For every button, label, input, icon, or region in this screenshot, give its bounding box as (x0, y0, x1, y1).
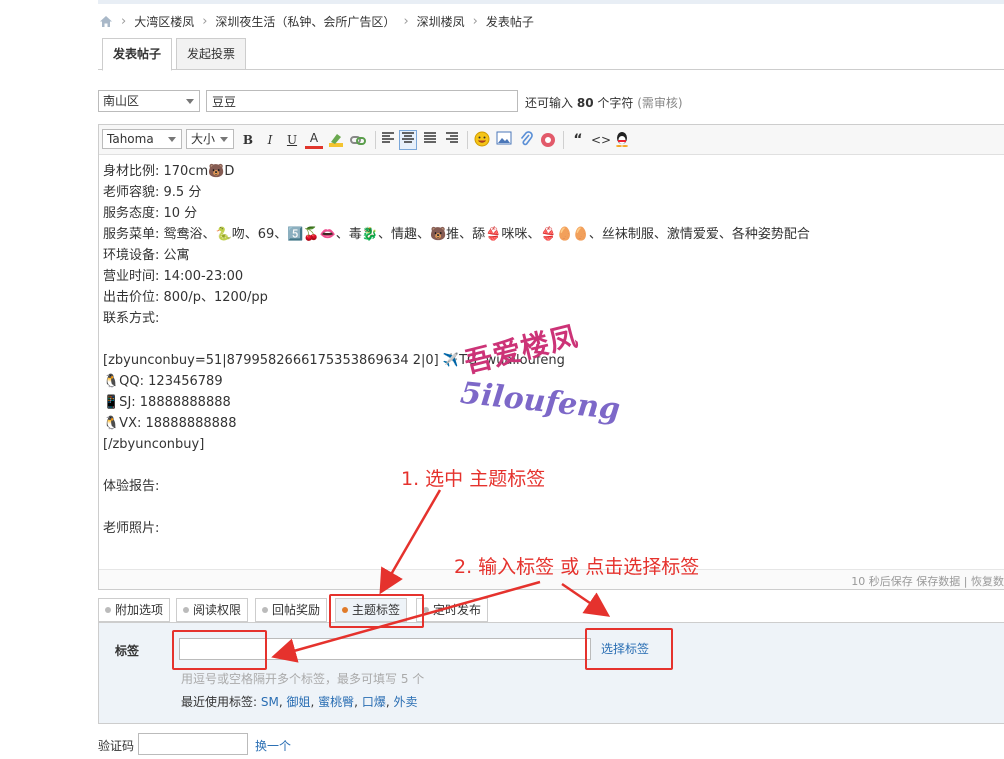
annotation-highlight-box (585, 628, 673, 670)
underline-button[interactable]: U (283, 131, 301, 149)
align-right-icon[interactable] (443, 131, 461, 149)
content-line: [/zbyunconbuy] (103, 437, 205, 452)
breadcrumb-item[interactable]: 大湾区楼凤 (134, 13, 194, 30)
breadcrumb-separator: › (121, 13, 127, 29)
subject-input[interactable] (206, 90, 518, 112)
bullet-icon (262, 606, 268, 613)
breadcrumb: › 大湾区楼凤 › 深圳夜生活（私钟、会所广告区） › 深圳楼凤 › 发表帖子 (99, 12, 534, 30)
tab-reply-reward[interactable]: 回帖奖励 (255, 598, 328, 622)
tab-extra-options[interactable]: 附加选项 (98, 598, 171, 622)
content-line: 老师容貌: 9.5 分 (103, 185, 202, 200)
recent-tag[interactable]: 蜜桃臀 (318, 695, 354, 709)
tab-label: 阅读权限 (193, 603, 242, 617)
text-color-button[interactable]: A (305, 131, 323, 149)
captcha-refresh-link[interactable]: 换一个 (255, 737, 291, 754)
attachment-icon[interactable] (517, 131, 535, 149)
link-icon[interactable] (349, 131, 367, 149)
editor-toolbar: Tahoma 大小 B I U A “ <> (99, 125, 1004, 155)
content-line (103, 497, 983, 518)
breadcrumb-separator: › (202, 13, 208, 29)
breadcrumb-item[interactable]: 深圳楼凤 (417, 13, 465, 30)
recent-tag[interactable]: 外卖 (393, 695, 417, 709)
breadcrumb-separator: › (472, 13, 478, 29)
remain-count: 80 (576, 96, 594, 110)
annotation-step-2: 2. 输入标签 或 点击选择标签 (454, 556, 700, 578)
align-center-icon[interactable] (399, 130, 417, 150)
italic-button[interactable]: I (261, 131, 279, 149)
content-line: 出击价位: 800/p、1200/pp (103, 290, 268, 305)
recent-tag[interactable]: 御姐 (287, 695, 311, 709)
content-line: 营业时间: 14:00-23:00 (103, 269, 244, 284)
qq-icon[interactable] (613, 131, 631, 149)
recent-tag[interactable]: SM (261, 695, 279, 709)
category-select[interactable]: 南山区 (98, 90, 200, 112)
media-icon[interactable] (539, 131, 557, 149)
annotation-highlight-box (329, 594, 424, 628)
tab-label: 定时发布 (433, 603, 482, 617)
tab-label: 附加选项 (115, 603, 164, 617)
tab-label: 回帖奖励 (272, 603, 321, 617)
captcha-label: 验证码 (98, 739, 135, 753)
background-color-icon[interactable] (327, 131, 345, 149)
align-justify-icon[interactable] (421, 131, 439, 149)
toolbar-divider (563, 131, 564, 149)
remaining-chars: 还可输入 80 个字符 (需审核) (525, 94, 683, 111)
recent-tags-label: 最近使用标签: (181, 695, 258, 709)
bullet-icon (183, 606, 189, 613)
category-value: 南山区 (103, 94, 140, 108)
chevron-down-icon (220, 137, 228, 142)
chevron-down-icon (186, 99, 194, 104)
image-icon[interactable] (495, 131, 513, 149)
breadcrumb-separator: › (403, 13, 409, 29)
font-family-select[interactable]: Tahoma (102, 129, 182, 149)
tag-label: 标签 (115, 644, 140, 658)
tab-read-permission[interactable]: 阅读权限 (176, 598, 249, 622)
tag-hint: 用逗号或空格隔开多个标签，最多可填写 5 个 (181, 672, 425, 686)
recent-tag[interactable]: 口爆 (362, 695, 386, 709)
content-line: 环境设备: 公寓 (103, 248, 190, 263)
annotation-step-1: 1. 选中 主题标签 (401, 468, 546, 490)
review-note: (需审核) (637, 96, 683, 110)
breadcrumb-current: 发表帖子 (485, 14, 534, 29)
post-type-tabs: 发表帖子 发起投票 (98, 38, 1004, 71)
remain-suffix: 个字符 (597, 96, 634, 110)
tab-scheduled-publish[interactable]: 定时发布 (416, 598, 489, 622)
content-line: 老师照片: (103, 521, 160, 536)
tab-new-post[interactable]: 发表帖子 (102, 38, 173, 71)
smiley-icon[interactable] (473, 131, 491, 149)
recent-tags: 最近使用标签: SM, 御姐, 蜜桃臀, 口爆, 外卖 (181, 695, 418, 709)
toolbar-divider (375, 131, 376, 149)
captcha-input[interactable] (138, 733, 248, 755)
tab-new-poll[interactable]: 发起投票 (176, 38, 247, 70)
font-size-select[interactable]: 大小 (186, 129, 234, 149)
content-line: 服务菜单: 鸳鸯浴、🐍吻、69、5️⃣🍒👄、毒🐉、情趣、🐻推、舔👙咪咪、👙🥚🥚、… (103, 227, 810, 242)
content-line: 身材比例: 170cm🐻D (103, 164, 235, 179)
code-button[interactable]: <> (591, 131, 611, 149)
home-icon[interactable] (99, 15, 113, 28)
toolbar-divider (467, 131, 468, 149)
chevron-down-icon (168, 137, 176, 142)
font-size-value: 大小 (191, 132, 216, 146)
content-line: 服务态度: 10 分 (103, 206, 198, 221)
bullet-icon (105, 606, 111, 613)
quote-button[interactable]: “ (569, 131, 587, 149)
breadcrumb-item[interactable]: 深圳夜生活（私钟、会所广告区） (215, 13, 395, 30)
align-left-icon[interactable] (379, 131, 397, 149)
annotation-highlight-box (172, 630, 267, 670)
autosave-status[interactable]: 10 秒后保存 保存数据 | 恢复数 (851, 573, 1004, 589)
font-family-value: Tahoma (107, 132, 154, 146)
bold-button[interactable]: B (239, 131, 257, 149)
top-bar (98, 0, 1004, 4)
remain-prefix: 还可输入 (525, 96, 574, 110)
